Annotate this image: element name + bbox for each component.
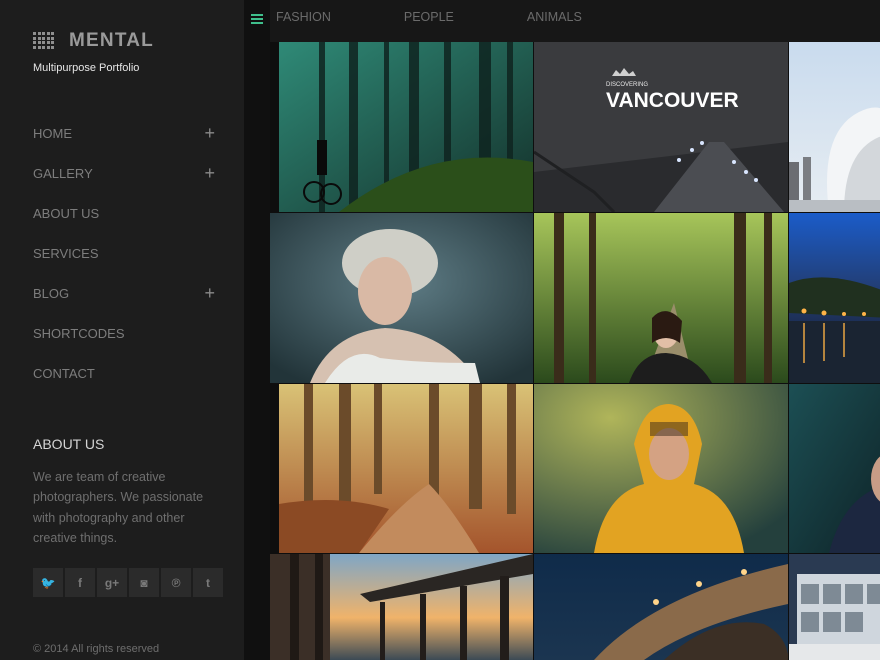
svg-text:DISCOVERING: DISCOVERING: [606, 82, 648, 88]
photo-vancouver-bridge[interactable]: DISCOVERING VANCOUVER: [534, 42, 788, 212]
twitter-icon[interactable]: 🐦: [33, 568, 63, 597]
plus-icon[interactable]: +: [204, 124, 215, 142]
plus-icon[interactable]: +: [204, 164, 215, 182]
portfolio-gallery: DISCOVERING VANCOUVER: [270, 42, 880, 660]
brand-name: MENTAL: [69, 30, 154, 51]
photo-architecture[interactable]: [789, 42, 880, 212]
photo-stone-bridge-night[interactable]: [534, 554, 788, 660]
logo-grid-icon: [33, 32, 55, 50]
google-plus-icon[interactable]: g+: [97, 568, 127, 597]
filter-fashion[interactable]: FASHION: [276, 10, 331, 24]
menu-item-gallery[interactable]: GALLERY +: [33, 153, 215, 193]
photo-night-lake[interactable]: [789, 213, 880, 383]
sidebar: MENTAL Multipurpose Portfolio HOME + GALL…: [0, 0, 244, 660]
photo-woman-portrait[interactable]: [270, 213, 533, 383]
side-strip: [244, 0, 270, 660]
photo-man-yellow-hoodie[interactable]: [534, 384, 788, 553]
main-menu: HOME + GALLERY + ABOUT US SERVICES BLOG + S…: [33, 113, 215, 393]
facebook-icon[interactable]: f: [65, 568, 95, 597]
social-links: 🐦 f g+ ◙ ℗ t: [33, 568, 223, 597]
menu-item-about-us[interactable]: ABOUT US: [33, 193, 215, 233]
about-text: We are team of creative photographers. W…: [33, 470, 204, 545]
photo-man-night[interactable]: [789, 384, 880, 553]
photo-forest-cyclist[interactable]: [279, 42, 533, 212]
menu-item-blog[interactable]: BLOG +: [33, 273, 215, 313]
menu-item-services[interactable]: SERVICES: [33, 233, 215, 273]
svg-text:VANCOUVER: VANCOUVER: [606, 89, 739, 112]
instagram-icon[interactable]: ◙: [129, 568, 159, 597]
photo-building-interior[interactable]: [789, 554, 880, 660]
brand-tagline: Multipurpose Portfolio: [33, 62, 140, 74]
menu-item-home[interactable]: HOME +: [33, 113, 215, 153]
about-heading: ABOUT US: [33, 436, 105, 452]
photo-girl-forest[interactable]: [534, 213, 788, 383]
plus-icon[interactable]: +: [204, 284, 215, 302]
hamburger-menu-icon[interactable]: [251, 14, 263, 24]
copyright: © 2014 All rights reserved: [33, 643, 160, 655]
menu-item-shortcodes[interactable]: SHORTCODES: [33, 313, 215, 353]
menu-item-contact[interactable]: CONTACT: [33, 353, 215, 393]
filter-people[interactable]: PEOPLE: [404, 10, 454, 24]
gallery-filters: FASHION PEOPLE ANIMALS: [276, 10, 655, 24]
logo[interactable]: MENTAL: [33, 30, 154, 52]
filter-animals[interactable]: ANIMALS: [527, 10, 582, 24]
tumblr-icon[interactable]: t: [193, 568, 223, 597]
photo-pier-sunset[interactable]: [270, 554, 533, 660]
photo-autumn-forest-path[interactable]: [279, 384, 533, 553]
pinterest-icon[interactable]: ℗: [161, 568, 191, 597]
